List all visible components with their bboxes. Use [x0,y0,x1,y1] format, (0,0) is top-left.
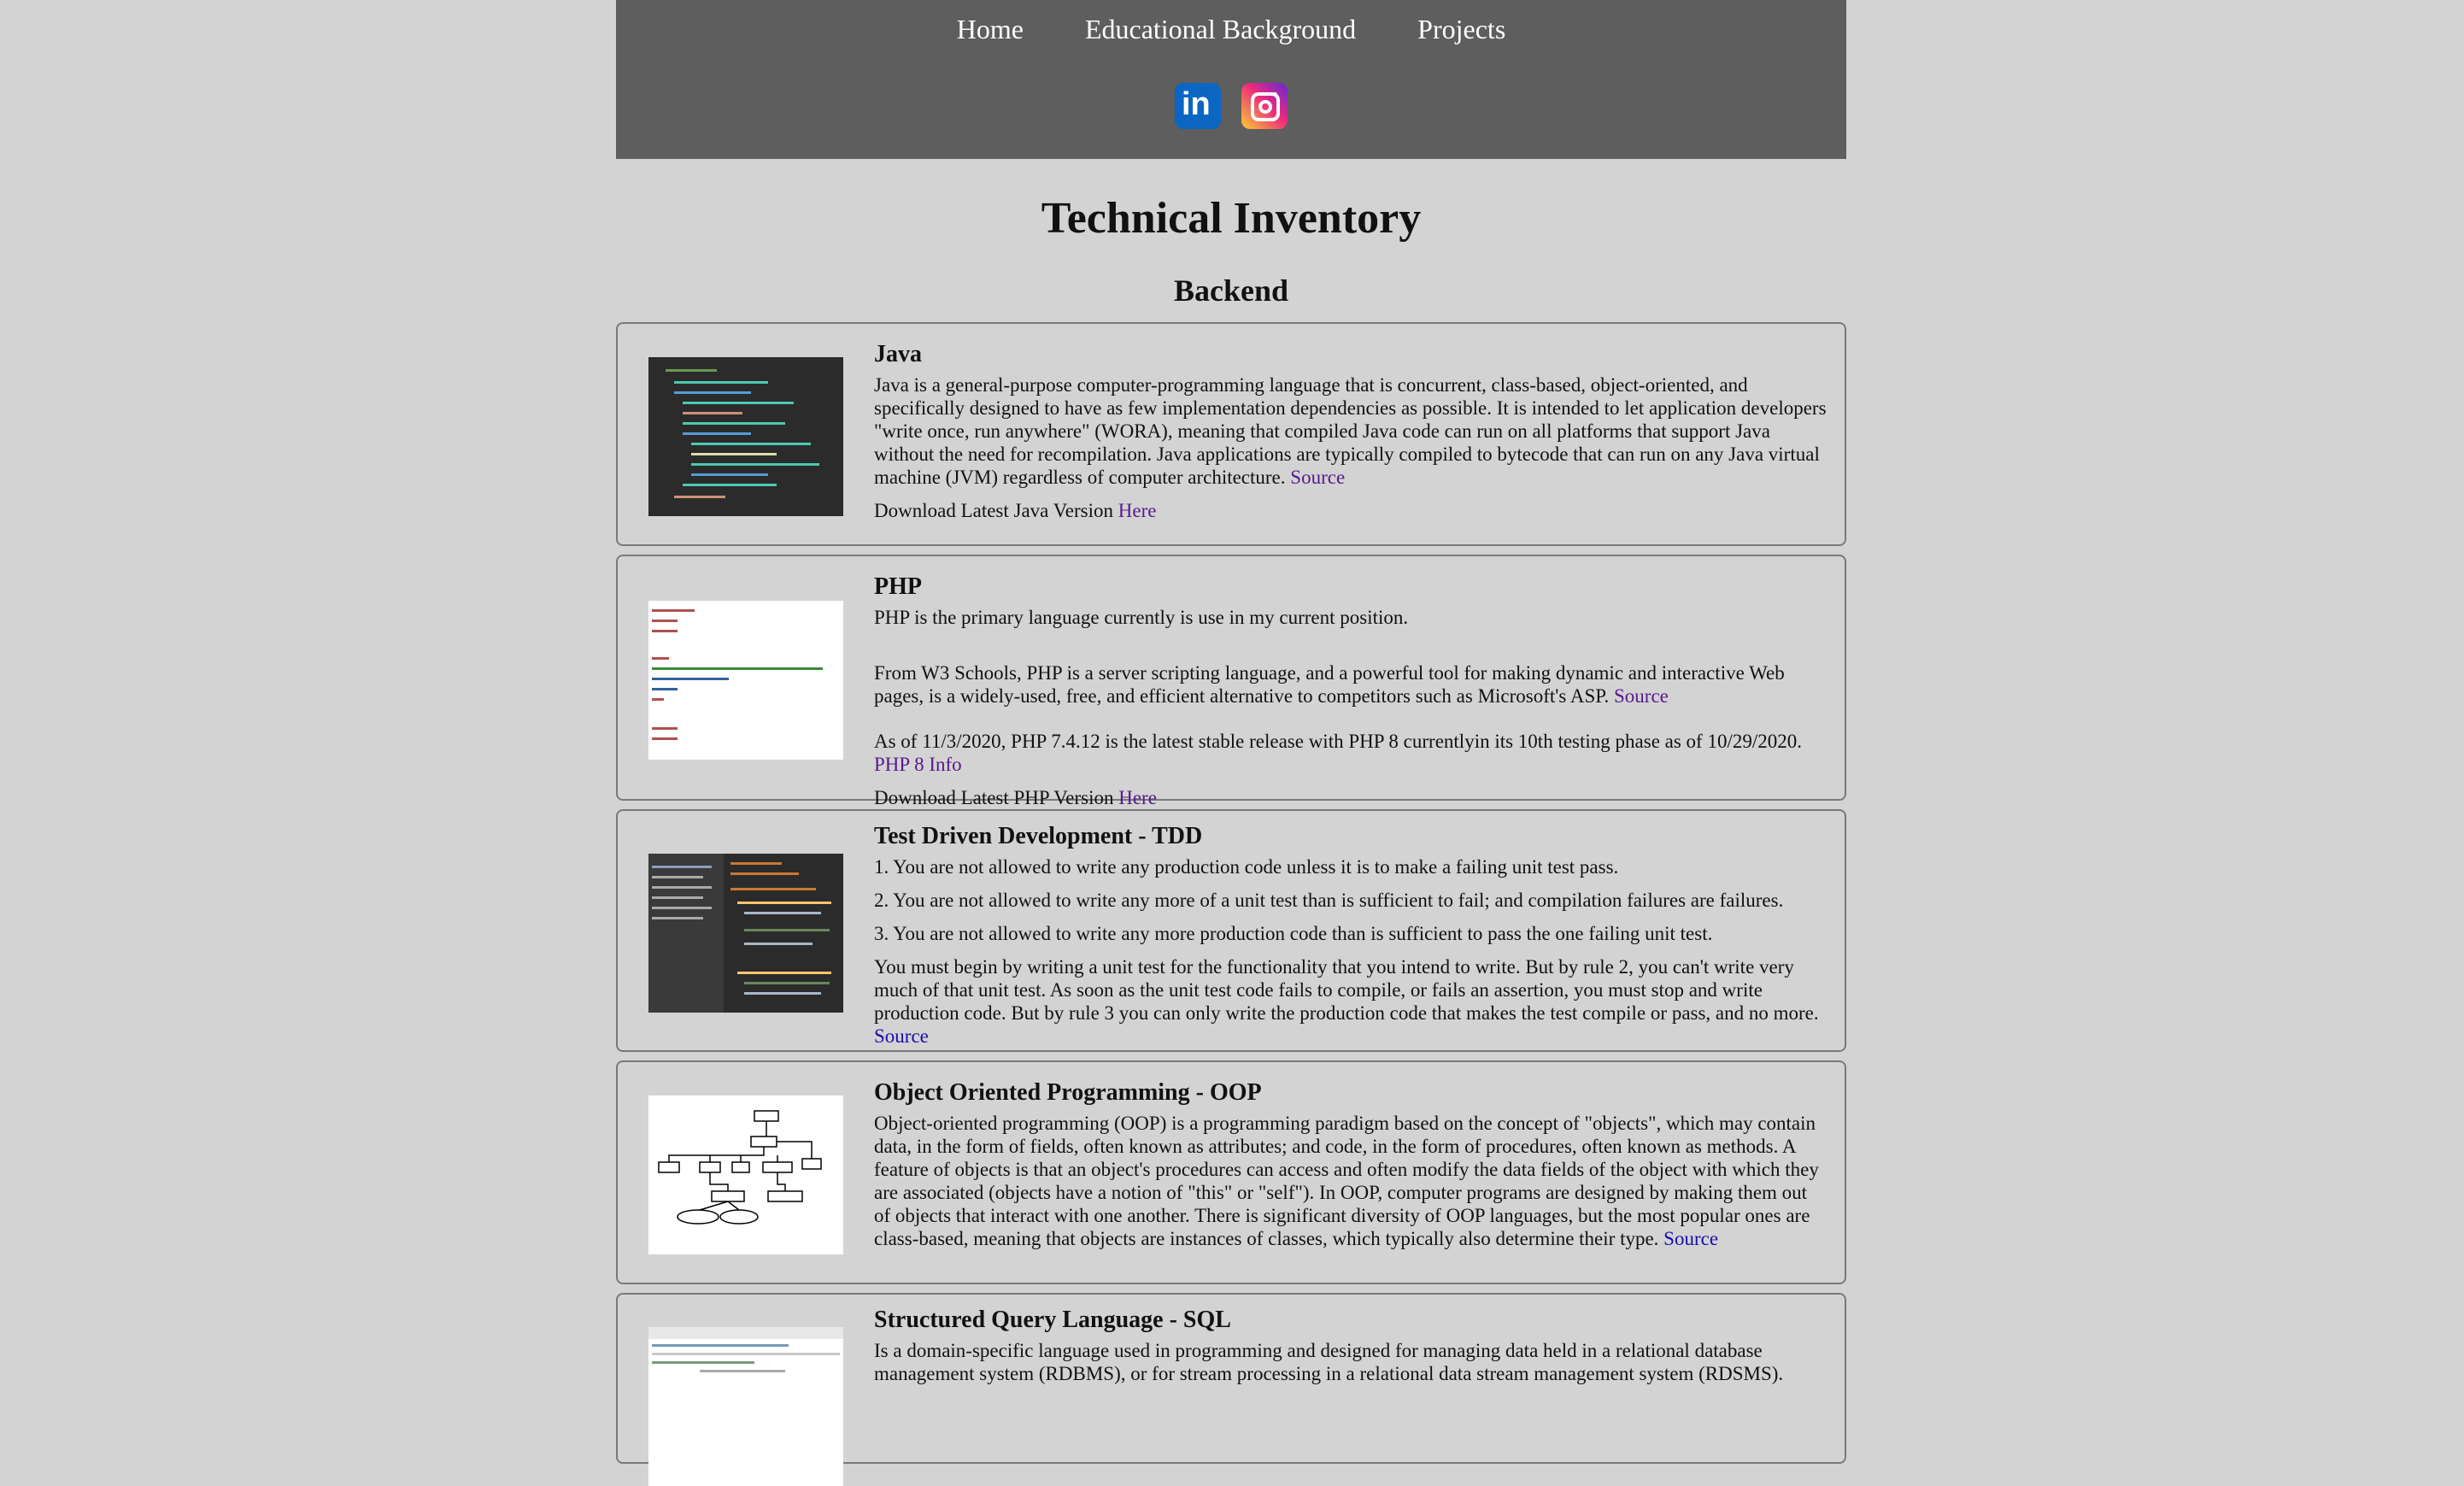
download-line: Download Latest Java Version Here [874,500,1157,521]
instagram-icon[interactable] [1241,83,1288,129]
nav-link-home[interactable]: Home [957,14,1024,45]
card-p3: As of 11/3/2020, PHP 7.4.12 is the lates… [874,731,1802,775]
social-links: in [616,83,1846,129]
source-link[interactable]: Source [1663,1228,1718,1249]
source-link[interactable]: Source [874,1025,929,1047]
card-body: Java is a general-purpose computer-progr… [874,374,1827,488]
card-oop-content: Object Oriented Programming - OOP Object… [874,1079,1827,1271]
card-java-content: Java Java is a general-purpose computer-… [874,341,1827,532]
card-title: Object Oriented Programming - OOP [874,1079,1262,1106]
card-p2: From W3 Schools, PHP is a server scripti… [874,662,1785,707]
source-link[interactable]: Source [1614,685,1669,707]
card-sql: Structured Query Language - SQL Is a dom… [616,1293,1846,1486]
source-link[interactable]: Source [1290,467,1345,488]
linkedin-icon[interactable]: in [1175,83,1221,129]
card-java: Java Java is a general-purpose computer-… [616,322,1846,546]
page: Home Educational Background Projects in … [616,0,1846,1486]
download-link[interactable]: Here [1118,787,1157,808]
card-title: Java [874,341,922,367]
top-nav: Home Educational Background Projects in [616,0,1846,159]
card-tdd-content: Test Driven Development - TDD 1. You are… [874,823,1827,1047]
nav-links: Home Educational Background Projects [616,0,1846,45]
sql-screenshot [648,1327,843,1486]
download-link[interactable]: Here [1118,500,1157,521]
card-p1: PHP is the primary language currently is… [874,607,1409,628]
php-code-screenshot [648,601,843,760]
card-tdd: Test Driven Development - TDD 1. You are… [616,809,1846,1052]
card-php: PHP PHP is the primary language currentl… [616,555,1846,808]
tdd-rule-2: 2. You are not allowed to write any more… [874,890,1784,911]
card-title: Structured Query Language - SQL [874,1307,1231,1333]
card-oop: Object Oriented Programming - OOP Object… [616,1060,1846,1284]
tdd-rule-1: 1. You are not allowed to write any prod… [874,856,1619,878]
card-sql-content: Structured Query Language - SQL Is a dom… [874,1307,1827,1450]
page-title: Technical Inventory [1041,194,1422,243]
tdd-rule-3: 3. You are not allowed to write any more… [874,923,1713,944]
card-php-content: PHP PHP is the primary language currentl… [874,573,1827,808]
oop-diagram-image [648,1095,843,1254]
php8-info-link[interactable]: PHP 8 Info [874,754,962,775]
card-title: Test Driven Development - TDD [874,823,1203,849]
nav-link-projects[interactable]: Projects [1417,14,1505,45]
card-title: PHP [874,573,922,600]
nav-link-educational-background[interactable]: Educational Background [1085,14,1356,45]
java-code-screenshot [648,357,843,516]
section-title: Backend [1173,273,1289,308]
class-diagram-graphic [658,1110,822,1225]
card-body: Is a domain-specific language used in pr… [874,1340,1784,1384]
download-line: Download Latest PHP Version Here [874,787,1157,808]
tdd-ide-screenshot [648,854,843,1013]
card-body: You must begin by writing a unit test fo… [874,956,1819,1047]
card-body: Object-oriented programming (OOP) is a p… [874,1113,1819,1249]
